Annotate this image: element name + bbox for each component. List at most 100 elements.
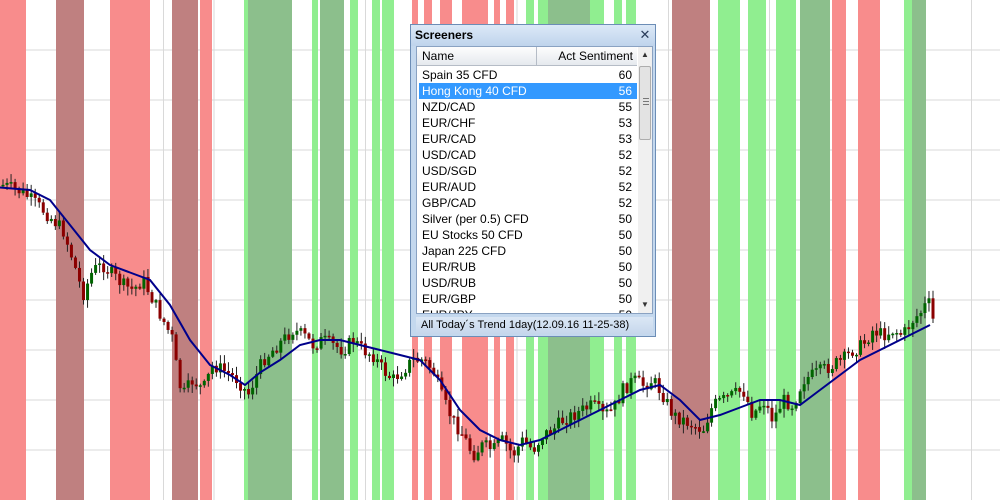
candle-body (887, 334, 891, 341)
candle-body (488, 440, 492, 450)
candle-body (891, 333, 895, 336)
candle-body (452, 416, 456, 418)
candle-body (247, 389, 251, 395)
candle-body (49, 218, 53, 222)
candle-body (315, 348, 319, 350)
candle-body (283, 334, 287, 341)
sentiment-band (110, 0, 150, 500)
candle-body (730, 391, 734, 396)
list-item[interactable]: EUR/GBP 50 (419, 291, 637, 307)
scroll-up-icon[interactable]: ▲ (638, 47, 652, 63)
candle-body (802, 384, 806, 392)
candle-body (460, 434, 464, 436)
candle-body (174, 334, 178, 360)
status-bar: All Today´s Trend 1day(12.09.16 11-25-38… (416, 317, 653, 334)
candle-body (621, 383, 625, 404)
candle-body (524, 437, 528, 443)
grip-line (643, 101, 649, 102)
candle-body (859, 340, 863, 355)
list-rows: Spain 35 CFD 60 Hong Kong 40 CFD 56 NZD/CAD 5… (419, 67, 637, 313)
candle-body (653, 378, 657, 384)
candle-body (182, 387, 186, 390)
sentiment-band (248, 0, 292, 500)
list-item[interactable]: USD/RUB 50 (419, 275, 637, 291)
candle-body (448, 399, 452, 417)
candle-body (424, 359, 428, 361)
candle-body (798, 391, 802, 404)
candle-body (569, 412, 573, 425)
list-item[interactable]: Hong Kong 40 CFD 56 (419, 83, 637, 99)
candle-body (561, 417, 565, 424)
candle-body (343, 354, 347, 356)
candle-body (758, 406, 762, 411)
candle-body (742, 391, 746, 397)
candle-body (53, 218, 57, 227)
candle-body (919, 313, 923, 317)
candle-body (456, 416, 460, 435)
candle-body (37, 197, 41, 203)
candle-body (838, 358, 842, 360)
sentiment-band (776, 0, 796, 500)
candle-body (702, 431, 706, 433)
list-item[interactable]: Spain 35 CFD 60 (419, 67, 637, 83)
candle-body (734, 387, 738, 392)
candle-body (303, 328, 307, 334)
candle-body (863, 340, 867, 344)
list-item[interactable]: EUR/CAD 53 (419, 131, 637, 147)
candle-body (170, 329, 174, 335)
column-header-name[interactable]: Name (417, 47, 537, 65)
item-name: Spain 35 CFD (422, 68, 498, 82)
vertical-scrollbar[interactable]: ▲ ▼ (638, 47, 652, 313)
item-sentiment: 52 (618, 148, 632, 162)
column-header-sentiment[interactable]: Act Sentiment (537, 47, 637, 65)
candle-body (911, 322, 915, 330)
candle-body (637, 375, 641, 378)
screener-list[interactable]: Name Act Sentiment Spain 35 CFD 60 Hong Ko… (416, 46, 653, 314)
candle-body (738, 387, 742, 392)
candle-body (605, 409, 609, 412)
item-name: EUR/AUD (422, 180, 477, 194)
list-item[interactable]: EUR/CHF 53 (419, 115, 637, 131)
candle-body (472, 450, 476, 461)
candle-body (158, 300, 162, 319)
candle-body (311, 338, 315, 349)
list-item[interactable]: GBP/CAD 52 (419, 195, 637, 211)
candle-body (5, 182, 9, 185)
candle-body (327, 335, 331, 338)
sentiment-band (172, 0, 198, 500)
candle-body (714, 398, 718, 409)
candle-body (879, 328, 883, 336)
screeners-window[interactable]: Screeners ✕ Name Act Sentiment Spain 35 … (410, 24, 656, 337)
scrollbar-thumb[interactable] (639, 66, 651, 140)
candle-body (681, 417, 685, 425)
candle-body (480, 442, 484, 453)
candle-body (774, 412, 778, 422)
candle-body (710, 408, 714, 423)
list-item[interactable]: EUR/JPY 50 (419, 307, 637, 313)
list-item[interactable]: Silver (per 0.5) CFD 50 (419, 211, 637, 227)
candle-body (162, 318, 166, 322)
candle-body (367, 354, 371, 356)
list-item[interactable]: EUR/AUD 52 (419, 179, 637, 195)
scroll-down-icon[interactable]: ▼ (638, 297, 652, 313)
candle-body (319, 337, 323, 349)
item-name: GBP/CAD (422, 196, 477, 210)
candle-body (279, 340, 283, 353)
candle-body (673, 412, 677, 416)
close-icon[interactable]: ✕ (637, 27, 653, 43)
list-item[interactable]: Japan 225 CFD 50 (419, 243, 637, 259)
window-titlebar[interactable]: Screeners ✕ (411, 25, 655, 46)
item-sentiment: 55 (618, 100, 632, 114)
list-item[interactable]: EUR/RUB 50 (419, 259, 637, 275)
list-item[interactable]: EU Stocks 50 CFD 50 (419, 227, 637, 243)
candle-body (842, 351, 846, 360)
candle-body (263, 359, 267, 366)
item-sentiment: 52 (618, 180, 632, 194)
item-sentiment: 53 (618, 116, 632, 130)
list-item[interactable]: USD/CAD 52 (419, 147, 637, 163)
candle-body (492, 443, 496, 450)
list-item[interactable]: USD/SGD 52 (419, 163, 637, 179)
list-item[interactable]: NZD/CAD 55 (419, 99, 637, 115)
candle-body (122, 278, 126, 286)
candle-body (883, 328, 887, 341)
